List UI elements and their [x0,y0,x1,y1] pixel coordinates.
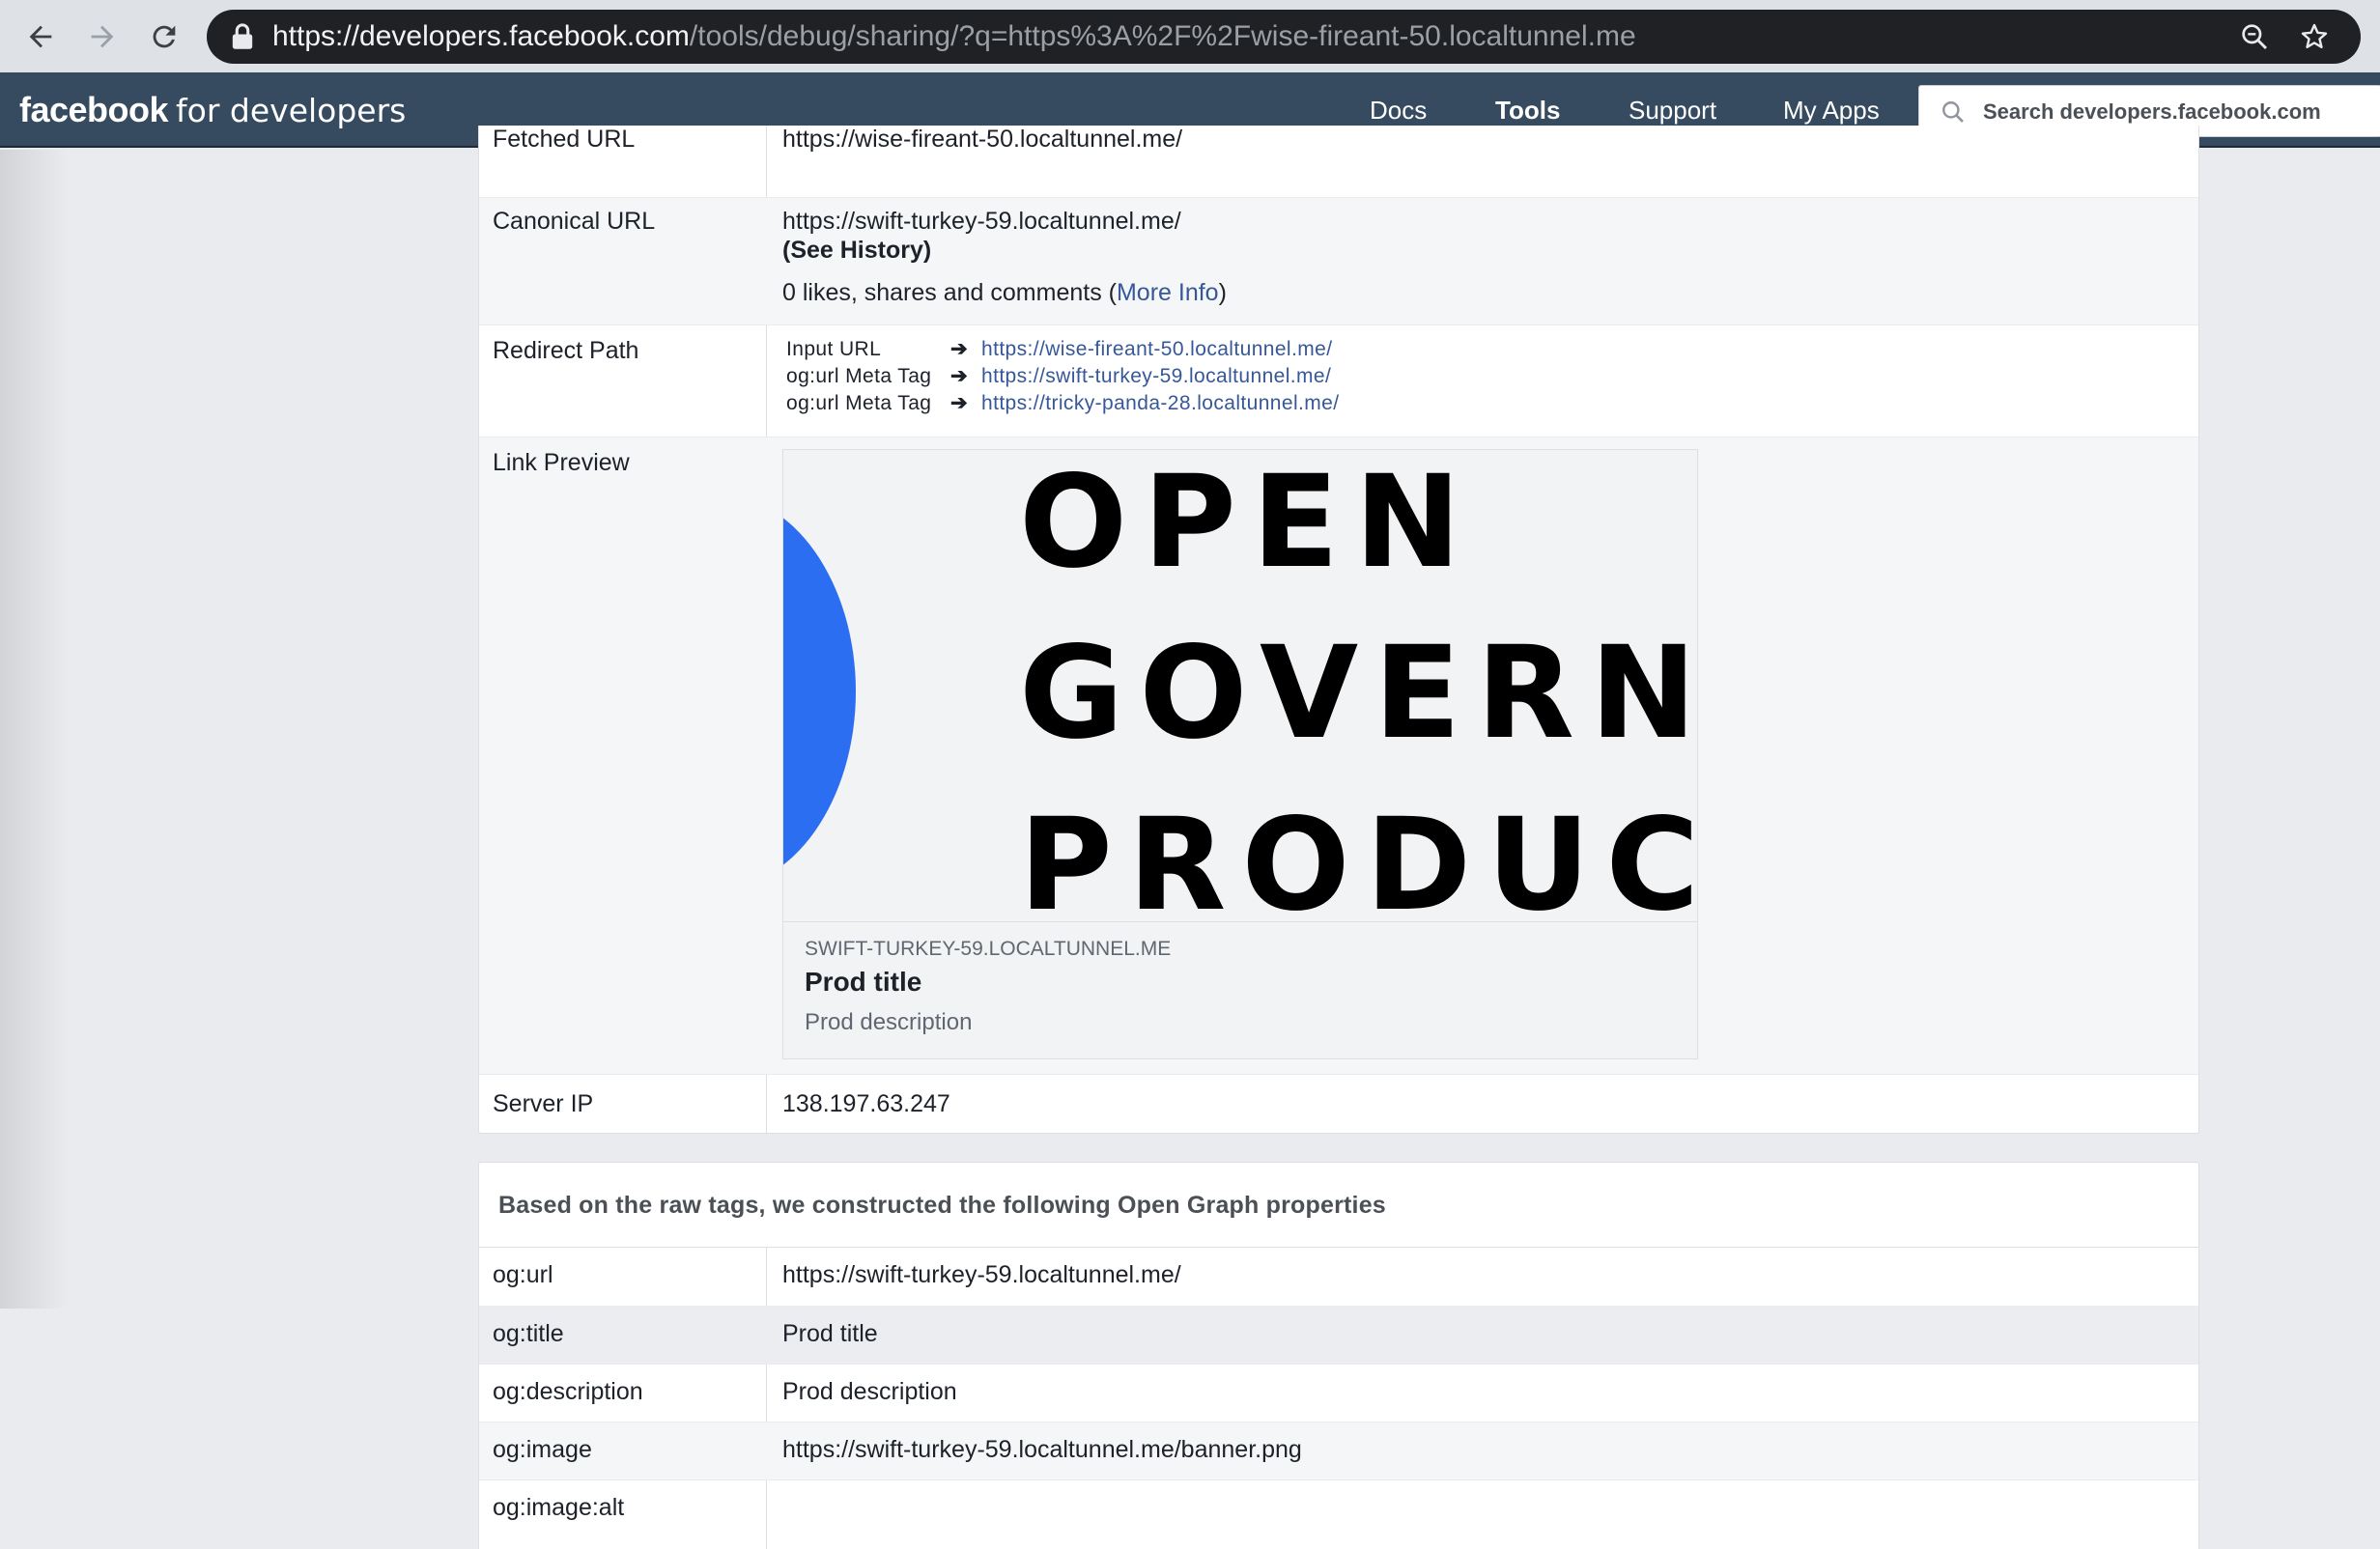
redirect-step: og:url Meta Tag ➔ https://swift-turkey-59.… [786,364,1331,388]
row-label: Fetched URL [493,126,636,153]
right-arrow-icon: ➔ [950,365,968,387]
right-arrow-icon: ➔ [950,392,968,414]
fetched-url-link[interactable]: https://wise-fireant-50.localtunnel.me/ [782,126,1182,154]
redirect-step-url[interactable]: https://swift-turkey-59.localtunnel.me/ [981,365,1331,387]
back-arrow-icon [29,25,52,48]
og-key: og:url [493,1261,553,1288]
link-preview-card[interactable]: OPEN GOVERN PRODUC SWIFT-TURKEY-59.LOCAL… [782,449,1698,1059]
site-logo[interactable]: facebook for developers [19,72,406,148]
banner-word-open: OPEN [1019,450,1477,597]
og-key: og:description [493,1378,643,1405]
og-value: https://swift-turkey-59.localtunnel.me/ [782,1261,1181,1288]
zoom-icon[interactable] [2239,21,2270,52]
preview-domain: SWIFT-TURKEY-59.LOCALTUNNEL.ME [805,938,1172,960]
search-icon [1942,101,1964,123]
engagement-prefix: 0 likes, shares and comments ( [782,279,1117,306]
reload-icon [153,25,176,48]
more-info-link[interactable]: More Info [1117,279,1219,306]
row-label: Server IP [493,1090,594,1117]
og-heading-text: Based on the raw tags, we constructed th… [498,1192,1386,1219]
bookmark-star-icon[interactable] [2299,21,2330,52]
logo-suffix: for developers [176,92,407,129]
table-row: og:image:alt [479,1479,2198,1537]
row-label: Link Preview [493,449,630,476]
og-properties-table: Based on the raw tags, we constructed th… [478,1162,2199,1549]
details-table: Fetched URL https://wise-fireant-50.loca… [478,126,2199,1134]
redirect-step-key: Input URL [786,338,882,360]
og-key: og:image:alt [493,1494,625,1521]
redirect-step-url[interactable]: https://wise-fireant-50.localtunnel.me/ [981,338,1332,360]
back-button[interactable] [17,14,64,60]
url-path: /tools/debug/sharing/?q=https%3A%2F%2Fwi… [689,20,1636,52]
logo-brand: facebook [19,90,169,129]
lock-icon [232,23,253,49]
table-row: og:description Prod description [479,1364,2198,1422]
right-arrow-icon: ➔ [950,338,968,360]
og-value: https://swift-turkey-59.localtunnel.me/b… [782,1436,1302,1463]
preview-image: OPEN GOVERN PRODUC [783,450,1697,921]
banner-word-produc: PRODUC [1019,791,1697,921]
redirect-step-url[interactable]: https://tricky-panda-28.localtunnel.me/ [981,392,1339,414]
engagement-suffix: ) [1218,279,1227,306]
preview-title: Prod title [805,967,922,997]
row-canonical-url: Canonical URL https://swift-turkey-59.lo… [479,197,2198,324]
address-url: https://developers.facebook.com/tools/de… [272,10,1636,64]
see-history-link[interactable]: (See History) [782,237,931,265]
server-ip-value: 138.197.63.247 [782,1090,950,1117]
preview-description: Prod description [805,1009,973,1035]
blue-circle-shape [783,518,856,865]
table-row: og:image https://swift-turkey-59.localtu… [479,1422,2198,1479]
row-redirect-path: Redirect Path Input URL ➔ https://wise-fir… [479,324,2198,437]
og-heading: Based on the raw tags, we constructed th… [479,1163,2198,1248]
canonical-url-link[interactable]: https://swift-turkey-59.localtunnel.me/ [782,208,1181,236]
reload-button[interactable] [141,14,187,60]
redirect-step-key: og:url Meta Tag [786,365,932,387]
table-row: og:url https://swift-turkey-59.localtunn… [479,1248,2198,1306]
address-bar[interactable]: https://developers.facebook.com/tools/de… [207,10,2361,64]
row-label: Redirect Path [493,337,639,364]
redirect-step: og:url Meta Tag ➔ https://tricky-panda-28.… [786,391,1339,415]
row-label: Canonical URL [493,208,656,235]
table-row: og:title Prod title [479,1306,2198,1364]
page-shadow [0,150,68,1309]
row-server-ip: Server IP 138.197.63.247 [479,1074,2198,1133]
og-value: Prod title [782,1320,878,1347]
forward-arrow-icon [91,25,114,48]
og-value: Prod description [782,1378,957,1405]
preview-banner-graphic: OPEN GOVERN PRODUC [783,450,1697,921]
og-key: og:image [493,1436,592,1463]
browser-toolbar: https://developers.facebook.com/tools/de… [0,0,2380,72]
og-key: og:title [493,1320,564,1347]
engagement-text: 0 likes, shares and comments (More Info) [782,279,1227,307]
preview-meta: SWIFT-TURKEY-59.LOCALTUNNEL.ME Prod titl… [783,921,1697,1058]
forward-button[interactable] [79,14,126,60]
url-host: https://developers.facebook.com [272,20,690,52]
row-link-preview: Link Preview OPEN GOVERN PRODUC SWIFT-TU… [479,437,2198,1074]
row-fetched-url: Fetched URL https://wise-fireant-50.loca… [479,126,2198,197]
banner-word-govern: GOVERN [1019,619,1697,768]
redirect-step: Input URL ➔ https://wise-fireant-50.localt… [786,337,1332,361]
redirect-step-key: og:url Meta Tag [786,392,932,414]
